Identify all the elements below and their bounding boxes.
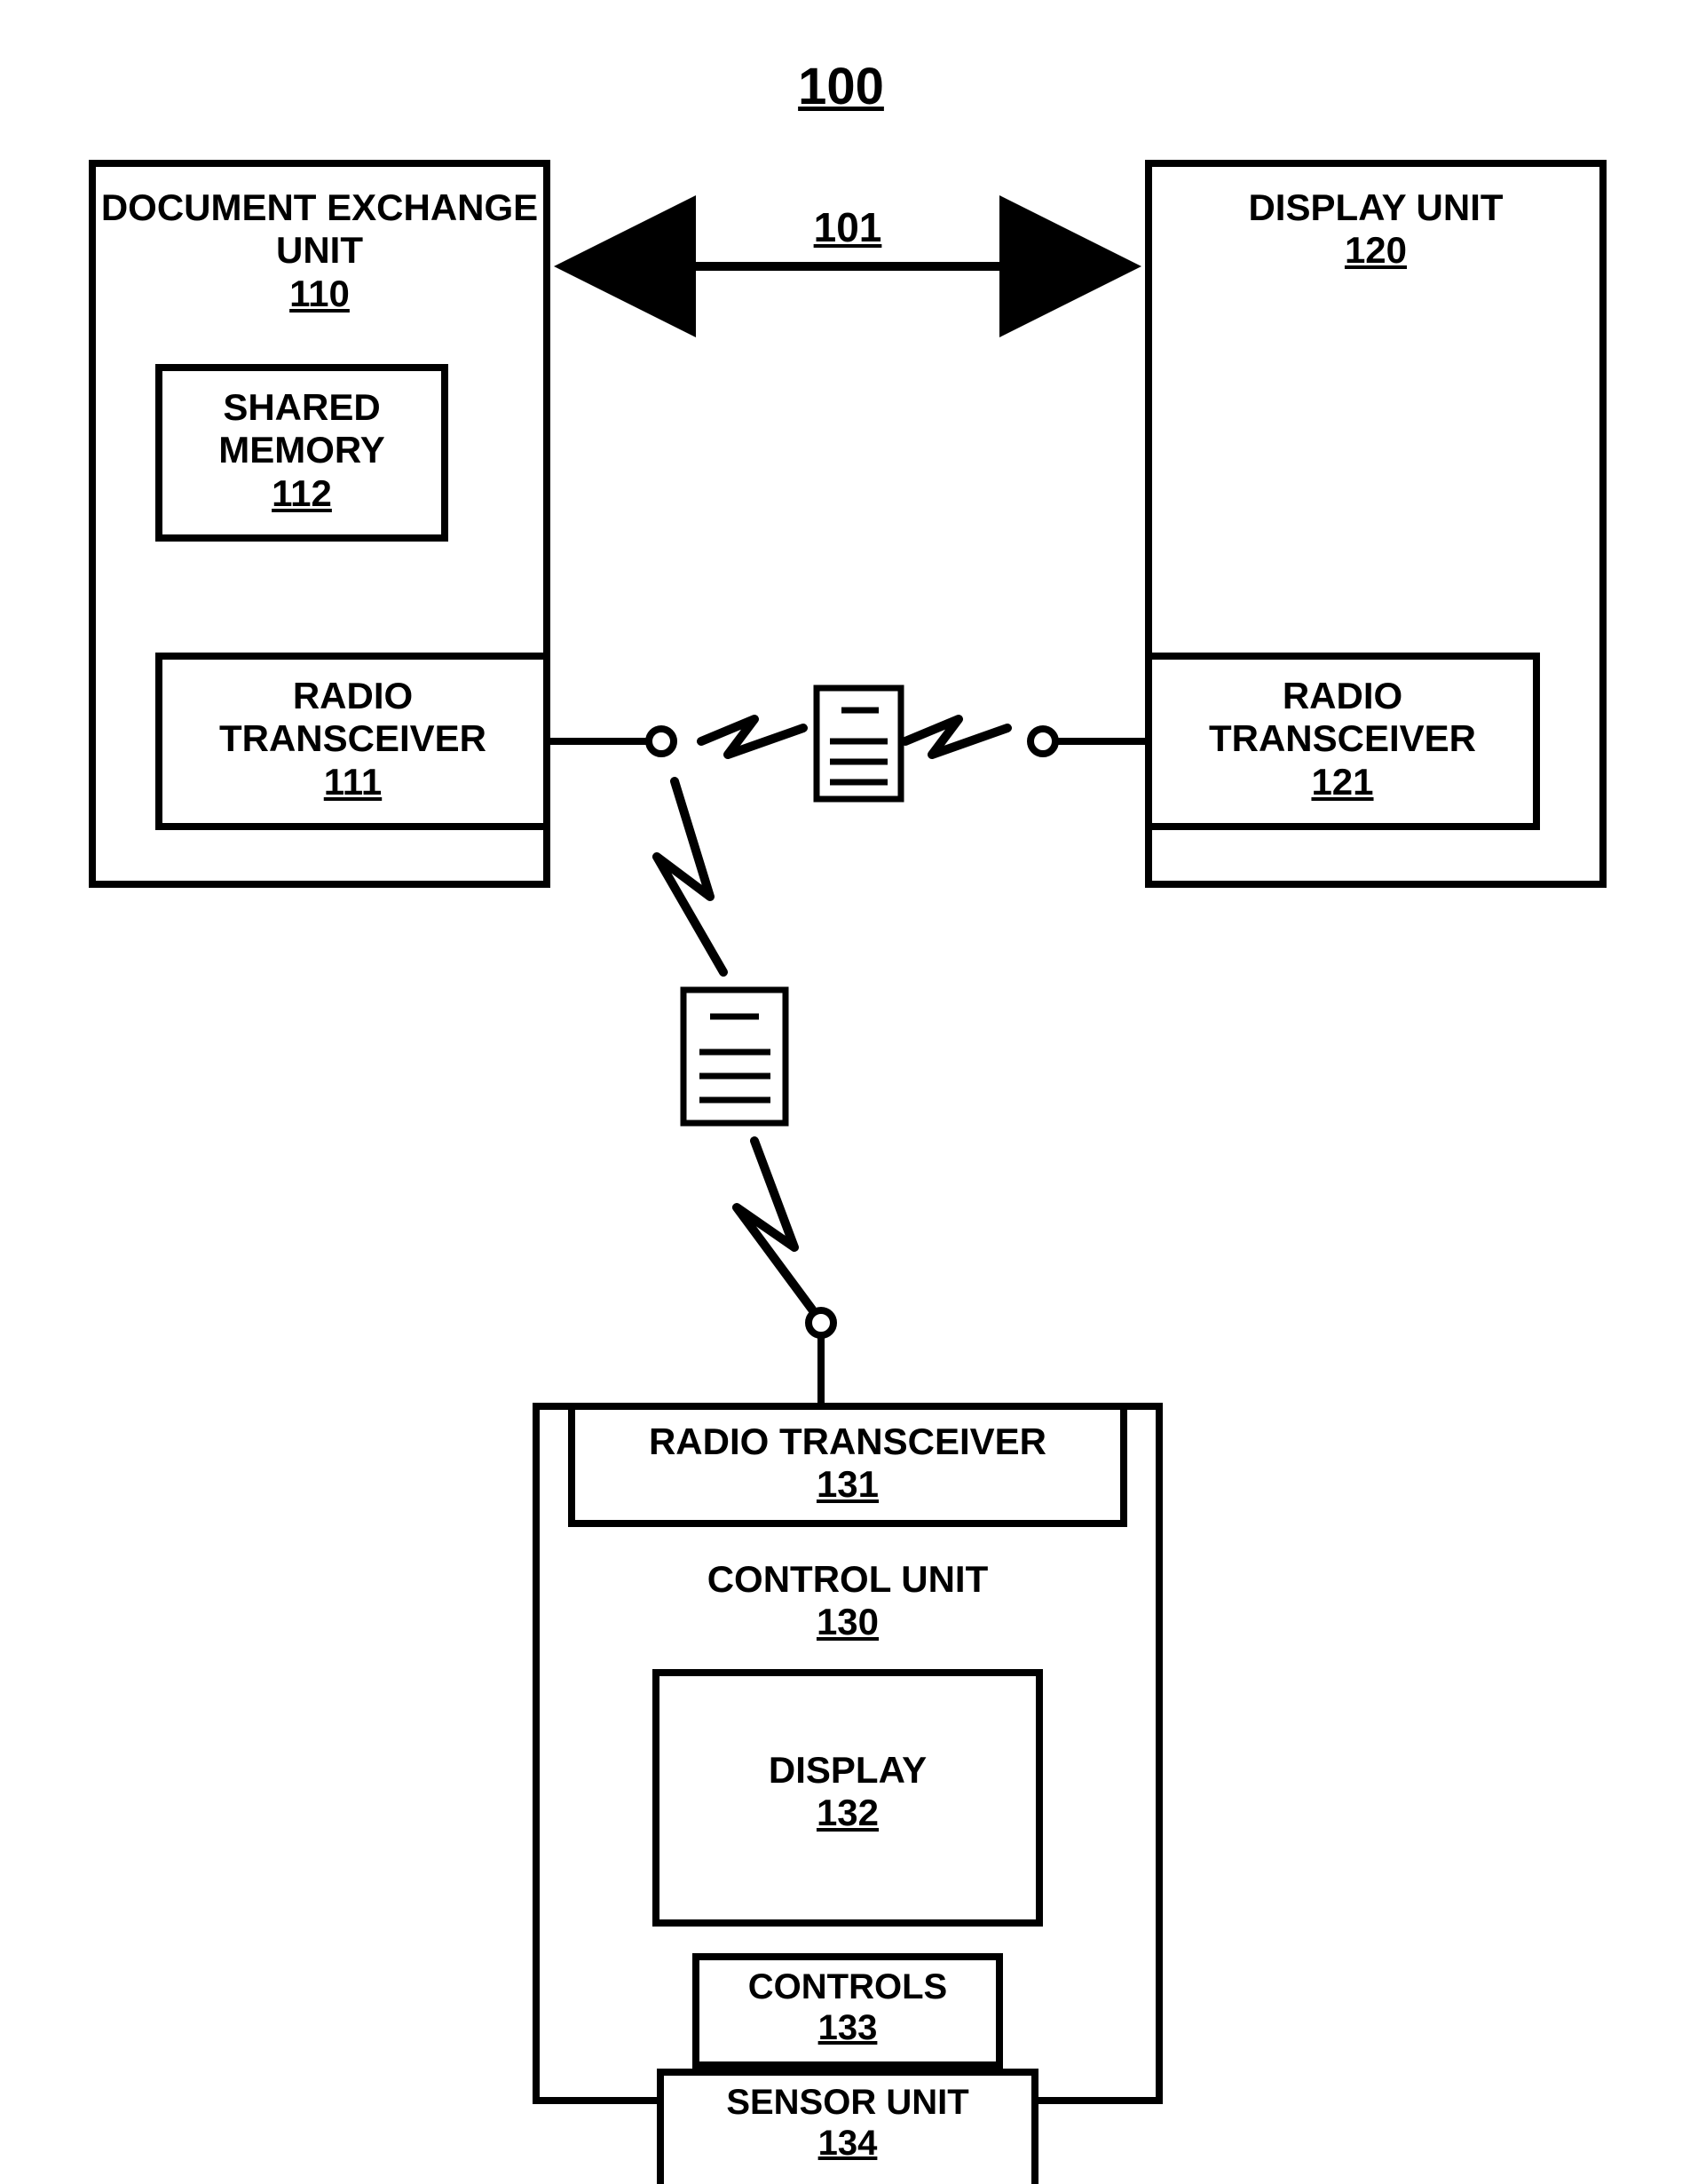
zig-v-top xyxy=(657,781,723,972)
transceiver-c-label: RADIO TRANSCEIVER 131 xyxy=(568,1420,1127,1507)
display-unit-title: DISPLAY UNIT xyxy=(1248,186,1503,228)
zig-h-left xyxy=(701,719,803,755)
ant-a-circle xyxy=(649,729,674,754)
ant-c-circle xyxy=(809,1310,833,1335)
document-icon-mid xyxy=(683,990,786,1123)
sensor-title: SENSOR UNIT xyxy=(726,2083,968,2122)
control-unit-title: CONTROL UNIT xyxy=(707,1558,989,1600)
document-icon-top xyxy=(817,688,901,799)
transceiver-b-ref: 121 xyxy=(1311,761,1373,803)
controls-label: CONTROLS 133 xyxy=(692,1966,1003,2048)
display-ref: 132 xyxy=(817,1792,879,1833)
control-unit-ref: 130 xyxy=(817,1601,879,1642)
diagram-stage: 100 DOCUMENT EXCHANGE UNIT 110 SHARED ME… xyxy=(0,0,1682,2126)
display-unit-ref: 120 xyxy=(1345,229,1407,271)
transceiver-c-title: RADIO TRANSCEIVER xyxy=(649,1420,1046,1462)
zig-h-right xyxy=(905,719,1007,755)
transceiver-b-title: RADIO TRANSCEIVER xyxy=(1209,675,1476,759)
doc-exchange-title-text: DOCUMENT EXCHANGE UNIT xyxy=(101,186,538,271)
sensor-label: SENSOR UNIT 134 xyxy=(657,2082,1038,2164)
display-unit-label: DISPLAY UNIT 120 xyxy=(1145,186,1607,273)
sensor-ref: 134 xyxy=(818,2124,878,2163)
system-ref: 100 xyxy=(0,58,1682,117)
transceiver-a-label: RADIO TRANSCEIVER 111 xyxy=(155,675,550,803)
controls-title: CONTROLS xyxy=(748,1967,947,2006)
transceiver-c-ref: 131 xyxy=(817,1463,879,1505)
doc-exchange-ref: 110 xyxy=(289,273,350,314)
zig-v-bottom xyxy=(737,1141,812,1310)
transceiver-a-ref: 111 xyxy=(324,761,382,803)
doc-exchange-title: DOCUMENT EXCHANGE UNIT 110 xyxy=(89,186,550,315)
transceiver-a-title: RADIO TRANSCEIVER xyxy=(219,675,486,759)
display-label: DISPLAY 132 xyxy=(652,1749,1043,1835)
shared-memory-ref: 112 xyxy=(272,472,332,514)
transceiver-b-label: RADIO TRANSCEIVER 121 xyxy=(1145,675,1540,803)
display-title: DISPLAY xyxy=(769,1749,927,1791)
ant-b-circle xyxy=(1031,729,1055,754)
shared-memory-label: SHARED MEMORY 112 xyxy=(155,386,448,515)
shared-memory-title: SHARED MEMORY xyxy=(218,386,384,471)
link-ref: 101 xyxy=(550,204,1145,251)
control-unit-label: CONTROL UNIT 130 xyxy=(533,1558,1163,1644)
controls-ref: 133 xyxy=(818,2008,878,2047)
